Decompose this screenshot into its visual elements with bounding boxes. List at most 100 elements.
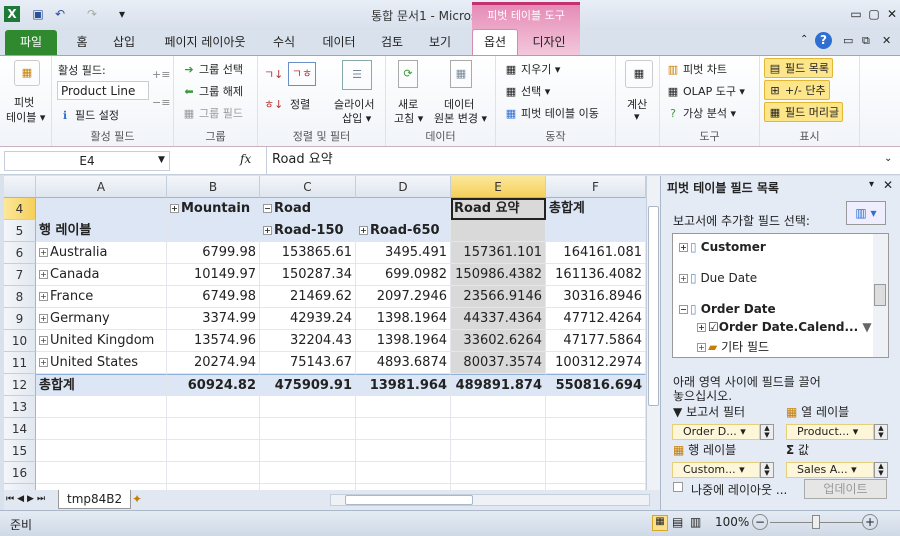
cell[interactable] <box>36 396 167 418</box>
selected-cell[interactable]: Road 요약 <box>451 198 546 220</box>
value-cell[interactable]: 20274.94 <box>167 352 260 374</box>
pane-close-icon[interactable]: ✕ <box>883 178 893 192</box>
row-header[interactable]: 6 <box>4 242 36 264</box>
expand-icon[interactable]: + <box>39 314 48 323</box>
sheet-tab[interactable]: tmp84B2 <box>58 490 132 509</box>
value-cell[interactable]: 3374.99 <box>167 308 260 330</box>
field-tree-scrollbar[interactable] <box>873 234 888 357</box>
value-cell[interactable]: 13574.96 <box>167 330 260 352</box>
checkbox-checked-icon[interactable]: ☑ <box>708 320 719 334</box>
column-field-header[interactable]: + Mountain <box>167 198 260 220</box>
row-header[interactable]: 4 <box>4 198 36 220</box>
expand-icon[interactable]: + <box>359 226 368 235</box>
field-item[interactable]: + ▰ 기타 필드 <box>697 338 769 355</box>
cell[interactable] <box>356 396 451 418</box>
scroll-thumb[interactable] <box>648 206 659 406</box>
insert-slicer-dropdown[interactable]: 삽입 ▾ <box>342 110 371 126</box>
value-cell[interactable]: 157361.101 <box>451 242 546 264</box>
change-source-dropdown[interactable]: 원본 변경 ▾ <box>434 110 487 126</box>
h-scroll-thumb[interactable] <box>345 495 473 505</box>
change-source-icon[interactable]: ▦ <box>450 60 472 88</box>
cell[interactable] <box>356 440 451 462</box>
slicer-icon[interactable]: ☰ <box>342 60 372 90</box>
spin-button[interactable]: ▲ ▼ <box>760 424 774 440</box>
value-cell[interactable]: 44337.4364 <box>451 308 546 330</box>
olap-tools-button[interactable]: ▦ OLAP 도구 ▾ <box>666 83 745 99</box>
what-if-button[interactable]: ? 가상 분석 ▾ <box>666 105 736 121</box>
cell[interactable] <box>36 418 167 440</box>
value-cell[interactable]: 75143.67 <box>260 352 356 374</box>
row-label[interactable]: + Australia <box>36 242 167 264</box>
tab-options[interactable]: 옵션 <box>472 29 518 56</box>
insert-sheet-icon[interactable]: ✦ <box>132 492 142 506</box>
tab-insert[interactable]: 삽입 <box>104 30 144 55</box>
buttons-toggle[interactable]: ⊞ +/- 단추 <box>764 80 830 100</box>
pivot-table-button[interactable]: 피벗 <box>14 94 34 110</box>
value-cell[interactable]: 33602.6264 <box>451 330 546 352</box>
cell[interactable] <box>260 418 356 440</box>
cell[interactable] <box>36 198 167 220</box>
cell[interactable] <box>546 462 646 484</box>
grand-total-value[interactable]: 13981.964 <box>356 374 451 396</box>
value-cell[interactable]: 4893.6874 <box>356 352 451 374</box>
grand-total-value[interactable]: 489891.874 <box>451 374 546 396</box>
spin-button[interactable]: ▲ ▼ <box>874 424 888 440</box>
grand-total-value[interactable]: 60924.82 <box>167 374 260 396</box>
value-cell[interactable]: 1398.1964 <box>356 330 451 352</box>
tab-design[interactable]: 디자인 <box>522 30 576 55</box>
value-cell[interactable]: 30316.8946 <box>546 286 646 308</box>
zoom-level[interactable]: 100% <box>715 515 749 529</box>
workbook-close-icon[interactable]: ✕ <box>882 34 891 47</box>
value-cell[interactable]: 42939.24 <box>260 308 356 330</box>
active-field-input[interactable]: Product Line <box>57 81 149 100</box>
value-cell[interactable]: 100312.2974 <box>546 352 646 374</box>
row-labels-header[interactable]: 행 레이블 <box>36 220 167 242</box>
row-header[interactable]: 10 <box>4 330 36 352</box>
row-label[interactable]: + Germany <box>36 308 167 330</box>
field-item[interactable]: + ▯ Due Date <box>679 271 757 285</box>
help-icon[interactable]: ? <box>815 32 832 49</box>
value-cell[interactable]: 699.0982 <box>356 264 451 286</box>
cell[interactable] <box>167 418 260 440</box>
collapse-icon[interactable]: − <box>679 305 688 314</box>
expand-icon[interactable]: + <box>263 226 272 235</box>
spreadsheet-grid[interactable]: A B C D E F 4567891011121314151617+Mount… <box>4 176 646 490</box>
select-button[interactable]: ▦ 선택 ▾ <box>504 83 550 99</box>
select-all[interactable] <box>4 176 36 198</box>
cell[interactable] <box>451 220 546 242</box>
row-label[interactable]: + United States <box>36 352 167 374</box>
column-field-header[interactable]: + Road-150 <box>260 220 356 242</box>
refresh-icon[interactable]: ⟳ <box>398 60 418 88</box>
cell[interactable] <box>260 462 356 484</box>
value-cell[interactable]: 10149.97 <box>167 264 260 286</box>
column-header[interactable]: B <box>167 176 260 198</box>
expand-icon[interactable]: + <box>39 336 48 345</box>
row-header[interactable]: 13 <box>4 396 36 418</box>
column-header[interactable]: D <box>356 176 451 198</box>
value-cell[interactable]: 3495.491 <box>356 242 451 264</box>
workbook-restore-icon[interactable]: ⧉ <box>862 34 870 48</box>
zoom-slider-thumb[interactable] <box>812 515 820 529</box>
pane-options-icon[interactable]: ▾ <box>869 179 874 190</box>
value-cell[interactable]: 2097.2946 <box>356 286 451 308</box>
formula-input[interactable]: Road 요약 <box>266 147 882 174</box>
minimize-icon[interactable]: ▭ <box>848 6 864 22</box>
row-label[interactable]: + France <box>36 286 167 308</box>
sort-desc-icon[interactable]: ㅎ↓ <box>264 96 283 112</box>
zoom-in-icon[interactable]: + <box>862 514 878 530</box>
normal-view-icon[interactable]: ▦ <box>652 515 668 531</box>
row-header[interactable]: 15 <box>4 440 36 462</box>
sort-asc-icon[interactable]: ㄱ↓ <box>264 66 283 82</box>
cell[interactable] <box>167 396 260 418</box>
name-box[interactable]: E4 <box>4 151 170 171</box>
cell[interactable] <box>546 440 646 462</box>
name-box-dropdown-icon[interactable]: ▼ <box>158 155 165 165</box>
group-selection-button[interactable]: ➔ 그룹 선택 <box>182 61 243 77</box>
column-header[interactable]: E <box>451 176 546 198</box>
cell[interactable] <box>167 440 260 462</box>
refresh-dropdown[interactable]: 고침 ▾ <box>394 110 423 126</box>
tab-review[interactable]: 검토 <box>372 30 412 55</box>
cell[interactable] <box>36 440 167 462</box>
report-filter-field[interactable]: Order D... ▾ <box>672 424 760 440</box>
value-cell[interactable]: 164161.081 <box>546 242 646 264</box>
